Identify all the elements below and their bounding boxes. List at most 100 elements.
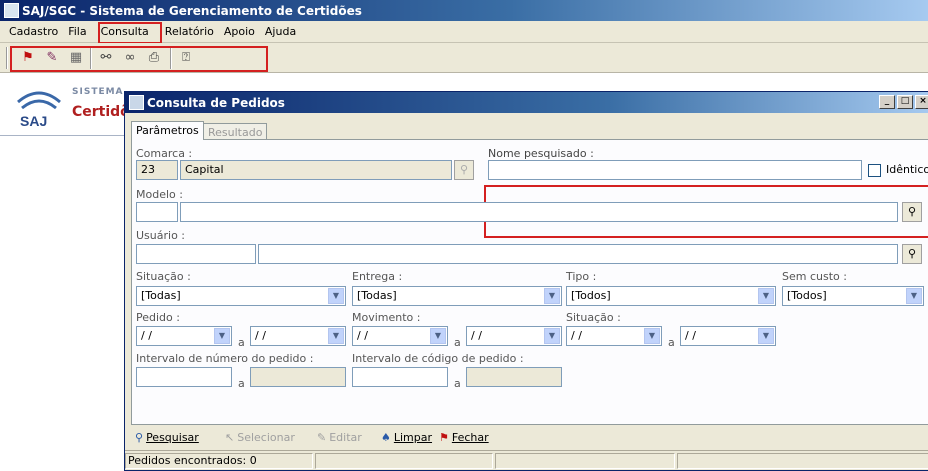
brand-certidoes-label: Certidõ	[72, 104, 130, 120]
usuario-code-input[interactable]	[136, 244, 256, 264]
movimento-from-date[interactable]: / / ▼	[352, 326, 448, 346]
tab-parametros[interactable]: Parâmetros	[131, 121, 204, 140]
chevron-down-icon[interactable]: ▼	[328, 328, 344, 344]
cursor-icon: ↖	[225, 431, 235, 444]
movimento-to-value: / /	[471, 329, 482, 342]
brand-divider	[0, 135, 130, 136]
status-found-count: Pedidos encontrados: 0	[125, 453, 313, 469]
chevron-down-icon[interactable]: ▼	[644, 328, 660, 344]
modelo-search-icon[interactable]: ⚲	[902, 202, 922, 222]
tipo-value: [Todos]	[571, 289, 611, 302]
saj-logo-text: SAJ	[20, 113, 47, 129]
fechar-button[interactable]: ⚑ Fechar	[439, 431, 489, 444]
sem-custo-value: [Todos]	[787, 289, 827, 302]
identico-label: Idêntico	[886, 163, 928, 176]
menu-cadastro[interactable]: Cadastro	[4, 23, 63, 40]
chevron-down-icon[interactable]: ▼	[430, 328, 446, 344]
chevron-down-icon[interactable]: ▼	[758, 288, 774, 304]
situacao-to-date[interactable]: / / ▼	[680, 326, 776, 346]
comarca-search-icon[interactable]: ⚲	[454, 160, 474, 180]
situacao-select[interactable]: [Todas] ▼	[136, 286, 346, 306]
limpar-label: Limpar	[393, 431, 433, 444]
selecionar-button[interactable]: ↖ Selecionar	[225, 431, 295, 444]
chevron-down-icon[interactable]: ▼	[544, 328, 560, 344]
menu-fila[interactable]: Fila	[63, 23, 91, 40]
menu-apoio[interactable]: Apoio	[219, 23, 260, 40]
consulta-pedidos-dialog: Consulta de Pedidos _ □ × Parâmetros Res…	[124, 91, 928, 471]
pedido-to-date[interactable]: / / ▼	[250, 326, 346, 346]
toolbar-grip	[6, 47, 8, 69]
app-icon	[4, 3, 19, 18]
situacao-value: [Todas]	[141, 289, 181, 302]
intervalo-numero-to-input[interactable]	[250, 367, 346, 387]
comarca-code-field[interactable]: 23	[136, 160, 178, 180]
intervalo-codigo-label: Intervalo de código de pedido :	[352, 352, 524, 365]
flag-icon: ⚑	[439, 431, 449, 444]
movimento-from-value: / /	[357, 329, 368, 342]
intervalo-numero-label: Intervalo de número do pedido :	[136, 352, 314, 365]
status-panel-4	[677, 453, 928, 469]
usuario-name-input[interactable]	[258, 244, 898, 264]
app-title-bar: SAJ/SGC - Sistema de Gerenciamento de Ce…	[0, 0, 928, 21]
chevron-down-icon[interactable]: ▼	[214, 328, 230, 344]
dialog-title: Consulta de Pedidos	[147, 95, 285, 110]
entrega-select[interactable]: [Todas] ▼	[352, 286, 562, 306]
situacao-label: Situação :	[136, 270, 191, 283]
fechar-label: Fechar	[451, 431, 489, 444]
limpar-button[interactable]: ♠ Limpar	[381, 431, 432, 444]
chevron-down-icon[interactable]: ▼	[328, 288, 344, 304]
situacao-from-value: / /	[571, 329, 582, 342]
status-panel-3	[495, 453, 675, 469]
menu-relatorio[interactable]: Relatório	[160, 23, 219, 40]
modelo-name-input[interactable]	[180, 202, 898, 222]
range-separator: a	[454, 336, 461, 349]
broom-icon: ♠	[381, 431, 391, 444]
entrega-label: Entrega :	[352, 270, 403, 283]
intervalo-numero-from-input[interactable]	[136, 367, 232, 387]
tipo-select[interactable]: [Todos] ▼	[566, 286, 776, 306]
chevron-down-icon[interactable]: ▼	[544, 288, 560, 304]
comarca-name-field[interactable]: Capital	[180, 160, 452, 180]
entrega-value: [Todas]	[357, 289, 397, 302]
tab-resultado[interactable]: Resultado	[203, 123, 268, 140]
sem-custo-select[interactable]: [Todos] ▼	[782, 286, 924, 306]
parameters-panel: Comarca : 23 Capital ⚲ Nome pesquisado :…	[131, 139, 928, 425]
sem-custo-label: Sem custo :	[782, 270, 847, 283]
pedido-from-date[interactable]: / / ▼	[136, 326, 232, 346]
tipo-label: Tipo :	[566, 270, 597, 283]
modelo-code-input[interactable]	[136, 202, 178, 222]
selecionar-label: Selecionar	[237, 431, 295, 444]
situacao-from-date[interactable]: / / ▼	[566, 326, 662, 346]
chevron-down-icon[interactable]: ▼	[758, 328, 774, 344]
range-separator: a	[238, 377, 245, 390]
app-title: SAJ/SGC - Sistema de Gerenciamento de Ce…	[22, 3, 362, 18]
status-bar: Pedidos encontrados: 0	[125, 450, 928, 470]
intervalo-codigo-from-input[interactable]	[352, 367, 448, 387]
edit-icon: ✎	[317, 431, 327, 444]
usuario-label: Usuário :	[136, 229, 186, 242]
close-button[interactable]: ×	[915, 95, 928, 109]
minimize-button[interactable]: _	[879, 95, 895, 109]
saj-logo-icon: SAJ	[17, 91, 61, 129]
editar-button[interactable]: ✎ Editar	[317, 431, 362, 444]
usuario-search-icon[interactable]: ⚲	[902, 244, 922, 264]
pesquisar-button[interactable]: ⚲ Pesquisar	[135, 431, 199, 444]
maximize-button[interactable]: □	[897, 95, 913, 109]
movimento-to-date[interactable]: / / ▼	[466, 326, 562, 346]
toolbar-highlight-box	[10, 46, 268, 72]
nome-label: Nome pesquisado :	[488, 147, 594, 160]
editar-label: Editar	[329, 431, 362, 444]
range-separator: a	[238, 336, 245, 349]
identico-checkbox[interactable]	[868, 164, 881, 177]
situacao2-label: Situação :	[566, 311, 621, 324]
intervalo-codigo-to-input[interactable]	[466, 367, 562, 387]
nome-pesquisado-input[interactable]	[488, 160, 862, 180]
dialog-icon	[129, 95, 144, 110]
pedido-to-value: / /	[255, 329, 266, 342]
pesquisar-label: Pesquisar	[146, 431, 199, 444]
chevron-down-icon[interactable]: ▼	[906, 288, 922, 304]
consulta-highlight-box	[98, 22, 162, 44]
menu-ajuda[interactable]: Ajuda	[260, 23, 301, 40]
search-icon: ⚲	[135, 431, 144, 444]
pedido-from-value: / /	[141, 329, 152, 342]
